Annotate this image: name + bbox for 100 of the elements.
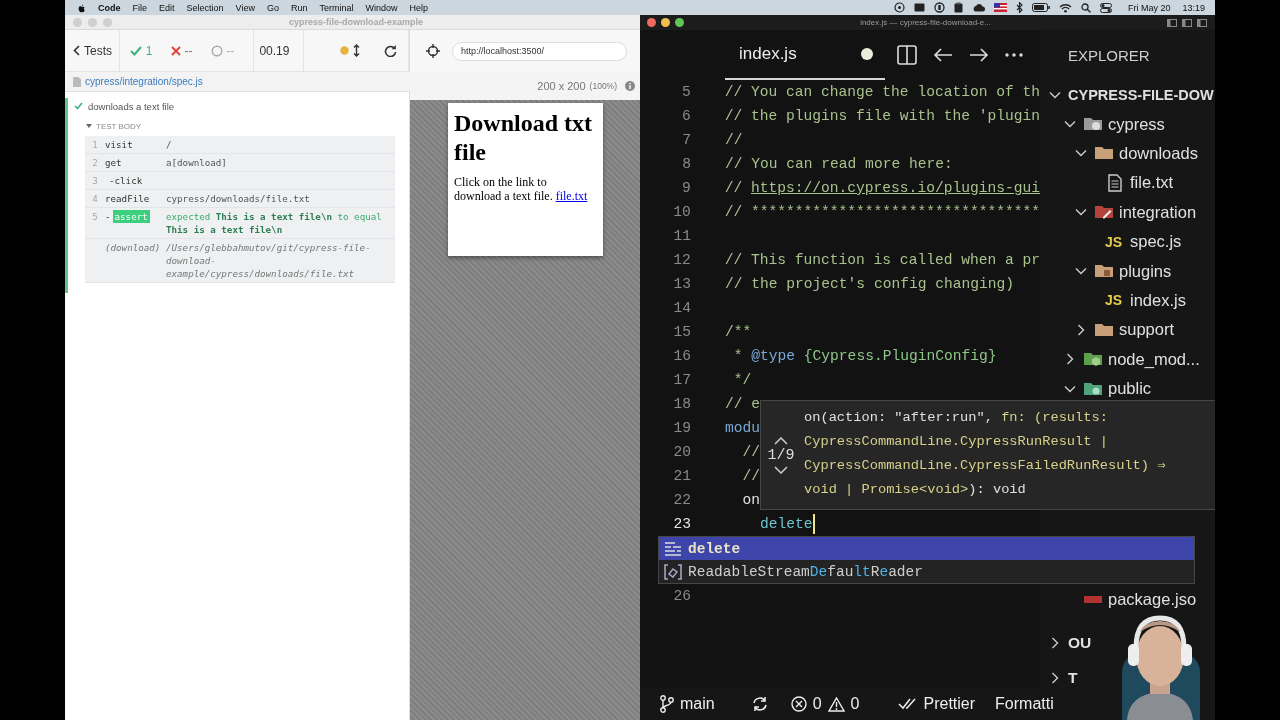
keyword-icon: [664, 539, 682, 558]
code-line: /**: [725, 323, 752, 342]
menu-item[interactable]: View: [235, 2, 255, 13]
line-number: 10: [672, 204, 691, 220]
crosshair-icon[interactable]: [426, 44, 440, 58]
status-dot-icon: [340, 46, 350, 55]
arrow-right-icon[interactable]: [969, 48, 989, 62]
tree-item[interactable]: plugins: [1073, 256, 1172, 286]
tree-root[interactable]: CYPRESS-FILE-DOW: [1047, 80, 1214, 110]
line-number: 19: [672, 420, 691, 436]
viewport-size: 200 x 200: [537, 80, 586, 92]
window-title: cypress-file-download-example: [287, 17, 424, 27]
page-text: Click on the link to download a text file. file.txt: [454, 175, 589, 203]
split-editor-icon[interactable]: [897, 45, 917, 65]
tree-item[interactable]: support: [1073, 315, 1175, 345]
test-title[interactable]: downloads a text file: [88, 100, 175, 112]
chevron-up-icon[interactable]: [774, 436, 788, 445]
arrow-left-icon[interactable]: [933, 48, 953, 62]
editor-tab[interactable]: index.js: [725, 30, 885, 80]
clipboard-icon[interactable]: [953, 2, 963, 13]
toggles-icon[interactable]: [1099, 2, 1112, 13]
line-number: 12: [672, 252, 691, 268]
resize-arrows-icon[interactable]: [353, 44, 361, 57]
menu-item[interactable]: Edit: [159, 2, 175, 13]
layout-icon[interactable]: [1167, 18, 1177, 27]
section-header[interactable]: OU: [1047, 628, 1092, 658]
more-icon[interactable]: [1005, 53, 1023, 57]
section-header[interactable]: T: [1047, 663, 1078, 688]
page-heading: Download txt file: [454, 109, 593, 167]
info-icon[interactable]: [625, 81, 635, 91]
section-label[interactable]: TEST BODY: [96, 121, 142, 131]
reload-icon[interactable]: [384, 44, 398, 57]
menu-item[interactable]: Help: [409, 2, 428, 13]
file-icon: [73, 76, 81, 87]
back-button[interactable]: Tests: [65, 30, 112, 71]
menu-item[interactable]: Selection: [186, 2, 224, 13]
flag-icon[interactable]: [993, 3, 1007, 12]
tree-item[interactable]: JS spec.js: [1084, 226, 1182, 257]
error-icon: [790, 696, 807, 712]
sync-icon[interactable]: [750, 696, 769, 712]
line-number: 23: [672, 516, 691, 532]
menu-item[interactable]: Terminal: [319, 2, 354, 13]
brackets-icon: [664, 562, 682, 581]
assert-badge: assert: [112, 210, 150, 223]
line-number: 14: [672, 300, 691, 316]
code-line: * @type {Cypress.PluginConfig}: [732, 347, 997, 366]
suggestion-item[interactable]: delete: [659, 537, 1194, 560]
tree-item[interactable]: file.txt: [1084, 168, 1174, 198]
bluetooth-icon[interactable]: [1015, 2, 1023, 13]
tree-item[interactable]: integration: [1073, 197, 1197, 227]
spec-link[interactable]: cypress/integration/spec.js: [85, 76, 203, 87]
line-number: 6: [680, 108, 691, 124]
command-name: visit: [105, 138, 133, 151]
command-name: get: [105, 156, 122, 169]
menu-item[interactable]: Run: [290, 2, 308, 13]
tree-item[interactable]: downloads: [1073, 138, 1198, 169]
tree-item[interactable]: cypress: [1062, 109, 1165, 139]
line-number: 9: [680, 180, 691, 196]
suggestion-item[interactable]: ReadableStreamDefault Reader: [659, 560, 1194, 583]
battery-icon[interactable]: [1031, 3, 1050, 12]
wifi-icon[interactable]: [1058, 2, 1072, 13]
panel-title: EXPLORER: [1068, 46, 1150, 64]
warning-icon: [827, 696, 845, 712]
formatter-status[interactable]: Prettier: [923, 695, 976, 713]
signature-line: CypressCommandLine.CypressFailedRunResult) ⇒: [804, 457, 1166, 475]
warning-count[interactable]: 0: [850, 695, 860, 713]
search-icon[interactable]: [1080, 2, 1091, 13]
viewport-scale: (100%): [589, 81, 617, 91]
line-number: 13: [672, 276, 691, 292]
menu-item[interactable]: File: [132, 2, 147, 13]
menu-item[interactable]: Window: [365, 2, 398, 13]
command-message: expected This is a text file\n to equal This is a text file\n: [166, 210, 383, 236]
tree-item[interactable]: node_mod...: [1062, 344, 1200, 374]
code-line: // This function is called when a pr: [724, 251, 1040, 270]
layout-icon[interactable]: [1182, 18, 1192, 27]
cloud-icon[interactable]: [971, 3, 985, 12]
url-field[interactable]: http://localhost:3500/: [452, 41, 627, 61]
failed-count: --: [184, 43, 193, 58]
command-number: 1: [91, 138, 99, 151]
code-line: // the plugins file with the 'plugin: [724, 107, 1040, 126]
document-icon: [1105, 172, 1125, 193]
code-line: // the project's config changing): [725, 275, 1014, 294]
download-link[interactable]: file.txt: [555, 189, 588, 203]
line-number: 21: [672, 468, 691, 484]
error-count[interactable]: 0: [812, 695, 822, 713]
cross-icon: [170, 45, 181, 56]
app-menu[interactable]: Code: [98, 2, 121, 13]
tree-item[interactable]: package.jso: [1062, 585, 1197, 615]
menu-item[interactable]: Go: [266, 2, 279, 13]
command-name: readFile: [105, 192, 150, 205]
format-status[interactable]: Formatti: [995, 695, 1054, 713]
chevron-down-icon[interactable]: [774, 465, 788, 474]
command-number: 2: [91, 156, 99, 169]
duration: 00.19: [259, 43, 290, 58]
code-line: */: [732, 371, 752, 390]
tree-item[interactable]: JS index.js: [1084, 285, 1186, 316]
layout-icon[interactable]: [1197, 18, 1207, 27]
line-number: 8: [681, 156, 691, 172]
branch-name[interactable]: main: [680, 695, 715, 713]
window-icon[interactable]: [913, 3, 925, 12]
